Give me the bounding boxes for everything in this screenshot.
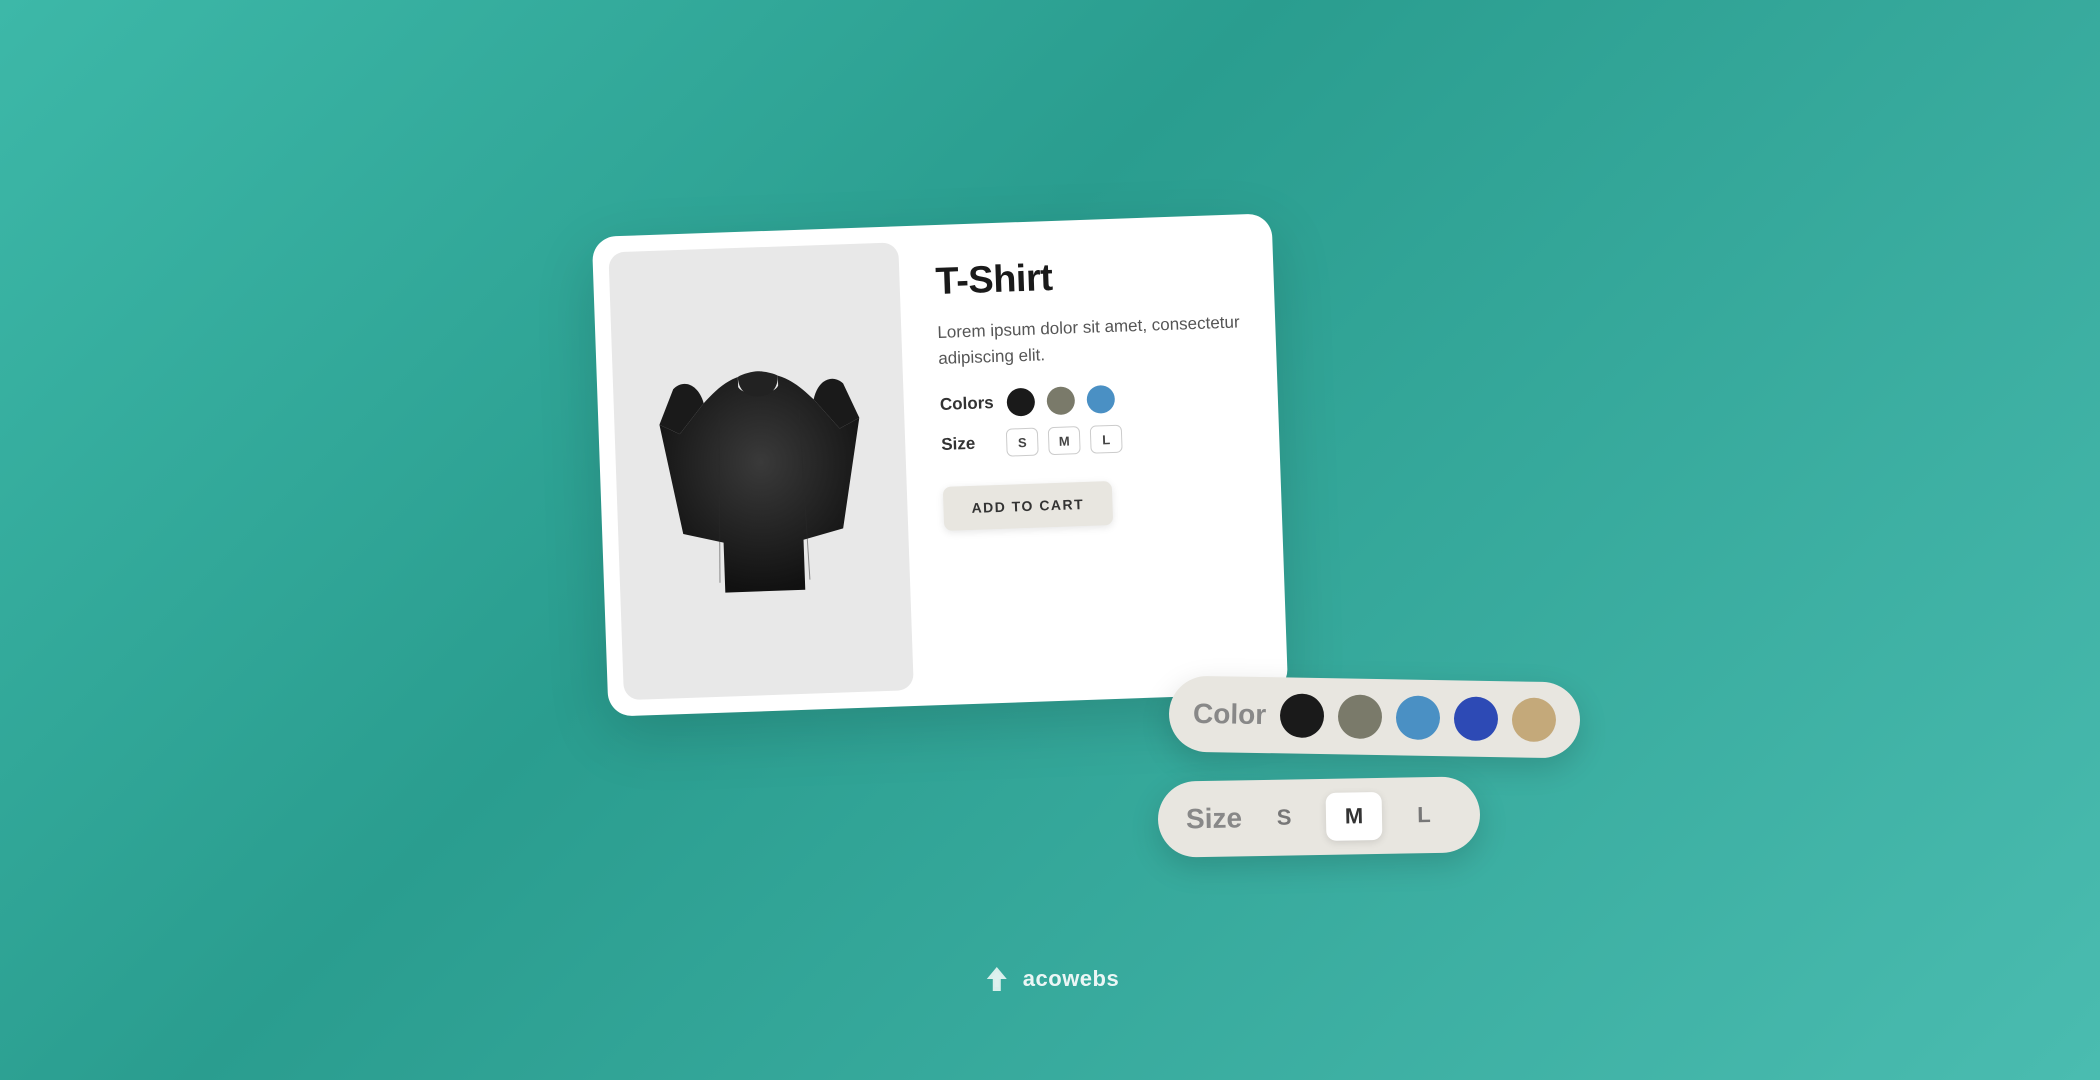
product-title: T-Shirt [935,250,1244,304]
size-pill-btn-m[interactable]: M [1326,792,1383,841]
acowebs-logo-icon [981,963,1013,995]
size-btn-s[interactable]: S [1006,428,1039,457]
product-image-area [608,242,913,700]
color-pill-dark-blue[interactable] [1454,696,1499,741]
size-selector-pill: Size S M L [1157,776,1480,858]
color-pill-steel-blue[interactable] [1396,695,1441,740]
product-image [646,327,876,615]
logo-text: acowebs [1023,966,1119,992]
color-pill-black[interactable] [1280,693,1325,738]
size-btn-m[interactable]: M [1048,426,1081,455]
logo-container: acowebs [981,963,1119,995]
colors-label: Colors [940,393,996,415]
color-option-gray[interactable] [1046,386,1075,415]
product-description: Lorem ipsum dolor sit amet, consectetur … [937,309,1247,371]
product-info: T-Shirt Lorem ipsum dolor sit amet, cons… [914,213,1289,705]
color-selector-pill: Color [1168,675,1580,758]
size-btn-l[interactable]: L [1090,425,1123,454]
product-card: T-Shirt Lorem ipsum dolor sit amet, cons… [592,213,1288,716]
product-sizes-row: Size S M L [941,420,1250,459]
size-pill-btn-l[interactable]: L [1396,791,1453,840]
product-colors-row: Colors [939,380,1248,419]
size-label: Size [941,433,997,455]
color-pill-tan[interactable] [1512,697,1557,742]
size-pill-label: Size [1186,802,1243,835]
add-to-cart-button[interactable]: ADD TO CART [943,481,1113,531]
color-pill-label: Color [1193,698,1267,731]
color-option-blue[interactable] [1086,385,1115,414]
color-option-black[interactable] [1006,388,1035,417]
main-scene: T-Shirt Lorem ipsum dolor sit amet, cons… [600,165,1500,915]
color-pill-gray[interactable] [1338,694,1383,739]
size-pill-btn-s[interactable]: S [1256,793,1313,842]
